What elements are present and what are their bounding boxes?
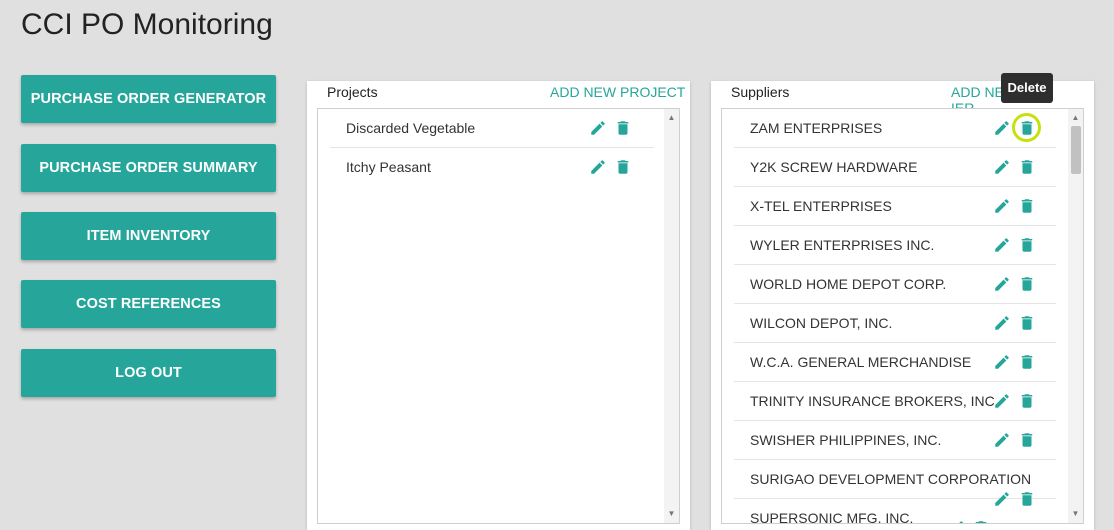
- trash-icon[interactable]: [1018, 431, 1036, 449]
- suppliers-scrollbar[interactable]: ▲ ▼: [1068, 109, 1083, 523]
- pencil-icon[interactable]: [993, 158, 1011, 176]
- projects-scrollbar[interactable]: ▲ ▼: [664, 109, 679, 523]
- suppliers-panel: Suppliers ADD NEWIER ZAM ENTERPRISES Y2K…: [711, 81, 1094, 530]
- project-name: Discarded Vegetable: [346, 120, 476, 136]
- add-new-project-link[interactable]: ADD NEW PROJECT: [550, 84, 685, 100]
- project-row: Itchy Peasant: [330, 148, 654, 186]
- trash-icon[interactable]: [1018, 314, 1036, 332]
- supplier-row: TRINITY INSURANCE BROKERS, INC: [734, 382, 1056, 421]
- pencil-icon[interactable]: [993, 119, 1011, 137]
- supplier-name: ZAM ENTERPRISES: [750, 120, 883, 136]
- supplier-name: Y2K SCREW HARDWARE: [750, 159, 918, 175]
- supplier-row: X-TEL ENTERPRISES: [734, 187, 1056, 226]
- trash-icon[interactable]: [1018, 353, 1036, 371]
- projects-panel: Projects ADD NEW PROJECT Discarded Veget…: [307, 81, 690, 530]
- trash-icon[interactable]: [1018, 197, 1036, 215]
- supplier-row: ZAM ENTERPRISES: [734, 109, 1056, 148]
- supplier-row: WILCON DEPOT, INC.: [734, 304, 1056, 343]
- item-inventory-button[interactable]: ITEM INVENTORY: [21, 212, 276, 260]
- supplier-name: TRINITY INSURANCE BROKERS, INC: [750, 393, 995, 409]
- delete-tooltip: Delete: [1001, 73, 1053, 103]
- pencil-icon[interactable]: [589, 158, 607, 176]
- trash-icon[interactable]: [614, 158, 632, 176]
- cost-references-button[interactable]: COST REFERENCES: [21, 280, 276, 328]
- scroll-up-icon[interactable]: ▲: [664, 112, 679, 124]
- page-title: CCI PO Monitoring: [21, 8, 273, 41]
- trash-icon[interactable]: [972, 519, 990, 523]
- suppliers-title: Suppliers: [731, 84, 790, 100]
- pencil-icon[interactable]: [993, 314, 1011, 332]
- project-row: Discarded Vegetable: [330, 109, 654, 148]
- scroll-up-icon[interactable]: ▲: [1068, 112, 1083, 124]
- supplier-row: Y2K SCREW HARDWARE: [734, 148, 1056, 187]
- supplier-name: WYLER ENTERPRISES INC.: [750, 237, 935, 253]
- pencil-icon[interactable]: [993, 197, 1011, 215]
- supplier-name: WILCON DEPOT, INC.: [750, 315, 893, 331]
- supplier-name: SUPERSONIC MFG. INC.: [750, 510, 914, 524]
- supplier-name: WORLD HOME DEPOT CORP.: [750, 276, 947, 292]
- supplier-row: WYLER ENTERPRISES INC.: [734, 226, 1056, 265]
- project-name: Itchy Peasant: [346, 159, 431, 175]
- trash-icon[interactable]: [614, 119, 632, 137]
- purchase-order-summary-button[interactable]: PURCHASE ORDER SUMMARY: [21, 144, 276, 192]
- scroll-down-icon[interactable]: ▼: [1068, 508, 1083, 520]
- trash-icon[interactable]: [1018, 275, 1036, 293]
- supplier-name: X-TEL ENTERPRISES: [750, 198, 892, 214]
- pencil-icon[interactable]: [589, 119, 607, 137]
- cursor-highlight: [1012, 113, 1041, 142]
- pencil-icon[interactable]: [993, 275, 1011, 293]
- trash-icon[interactable]: [1018, 236, 1036, 254]
- scroll-thumb[interactable]: [1071, 126, 1081, 174]
- trash-icon[interactable]: [1018, 392, 1036, 410]
- pencil-icon[interactable]: [993, 431, 1011, 449]
- pencil-icon[interactable]: [993, 353, 1011, 371]
- trash-icon[interactable]: [1018, 158, 1036, 176]
- supplier-row: WORLD HOME DEPOT CORP.: [734, 265, 1056, 304]
- suppliers-list[interactable]: ZAM ENTERPRISES Y2K SCREW HARDWARE X-TEL…: [721, 108, 1084, 524]
- supplier-row: SURIGAO DEVELOPMENT CORPORATION: [734, 460, 1056, 506]
- projects-list[interactable]: Discarded Vegetable Itchy Peasant ▲ ▼: [317, 108, 680, 524]
- supplier-name: SURIGAO DEVELOPMENT CORPORATION: [750, 471, 1032, 487]
- supplier-row: SUPERSONIC MFG. INC.: [734, 499, 1056, 524]
- supplier-name: SWISHER PHILIPPINES, INC.: [750, 432, 942, 448]
- pencil-icon[interactable]: [993, 392, 1011, 410]
- purchase-order-generator-button[interactable]: PURCHASE ORDER GENERATOR: [21, 75, 276, 123]
- supplier-name: W.C.A. GENERAL MERCHANDISE: [750, 354, 972, 370]
- supplier-row: W.C.A. GENERAL MERCHANDISE: [734, 343, 1056, 382]
- supplier-row: SWISHER PHILIPPINES, INC.: [734, 421, 1056, 460]
- log-out-button[interactable]: LOG OUT: [21, 349, 276, 397]
- projects-title: Projects: [327, 84, 378, 100]
- pencil-icon[interactable]: [993, 236, 1011, 254]
- pencil-icon[interactable]: [948, 519, 966, 523]
- scroll-down-icon[interactable]: ▼: [664, 508, 679, 520]
